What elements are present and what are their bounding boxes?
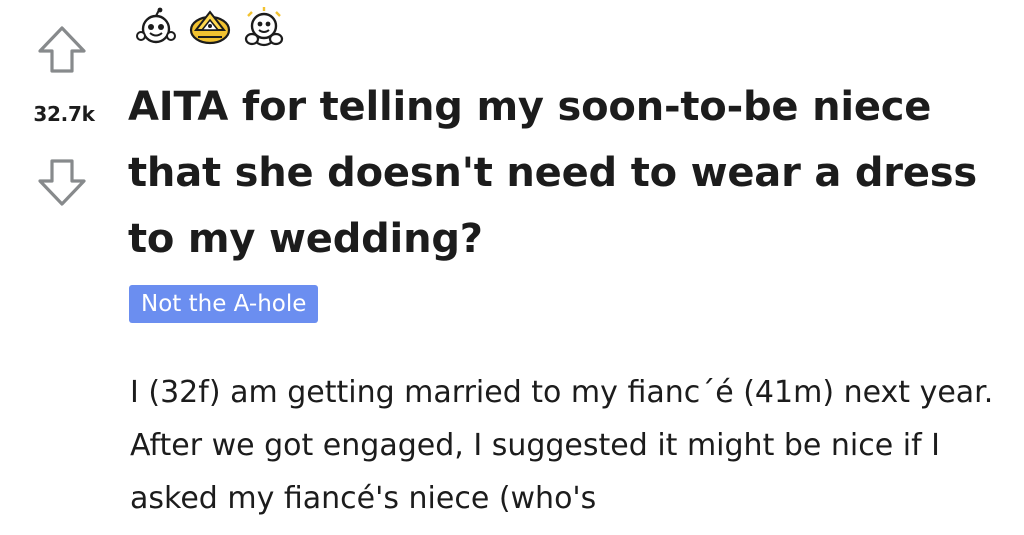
post-title[interactable]: AITA for telling my soon-to-be niece tha… [128, 74, 1008, 272]
wholesome-award-icon[interactable] [134, 6, 178, 50]
vote-score: 32.7k [33, 102, 95, 126]
awards-row [134, 6, 286, 50]
downvote-arrow-icon[interactable] [36, 156, 88, 208]
post-body-text: I (32f) am getting married to my fianc´é… [130, 375, 994, 516]
upvote-arrow-icon[interactable] [36, 24, 88, 76]
post-flair-badge[interactable]: Not the A-hole [129, 285, 319, 323]
hugz-award-icon[interactable] [242, 6, 286, 50]
vote-column: 32.7k [0, 0, 124, 535]
helpful-award-icon[interactable] [188, 6, 232, 50]
